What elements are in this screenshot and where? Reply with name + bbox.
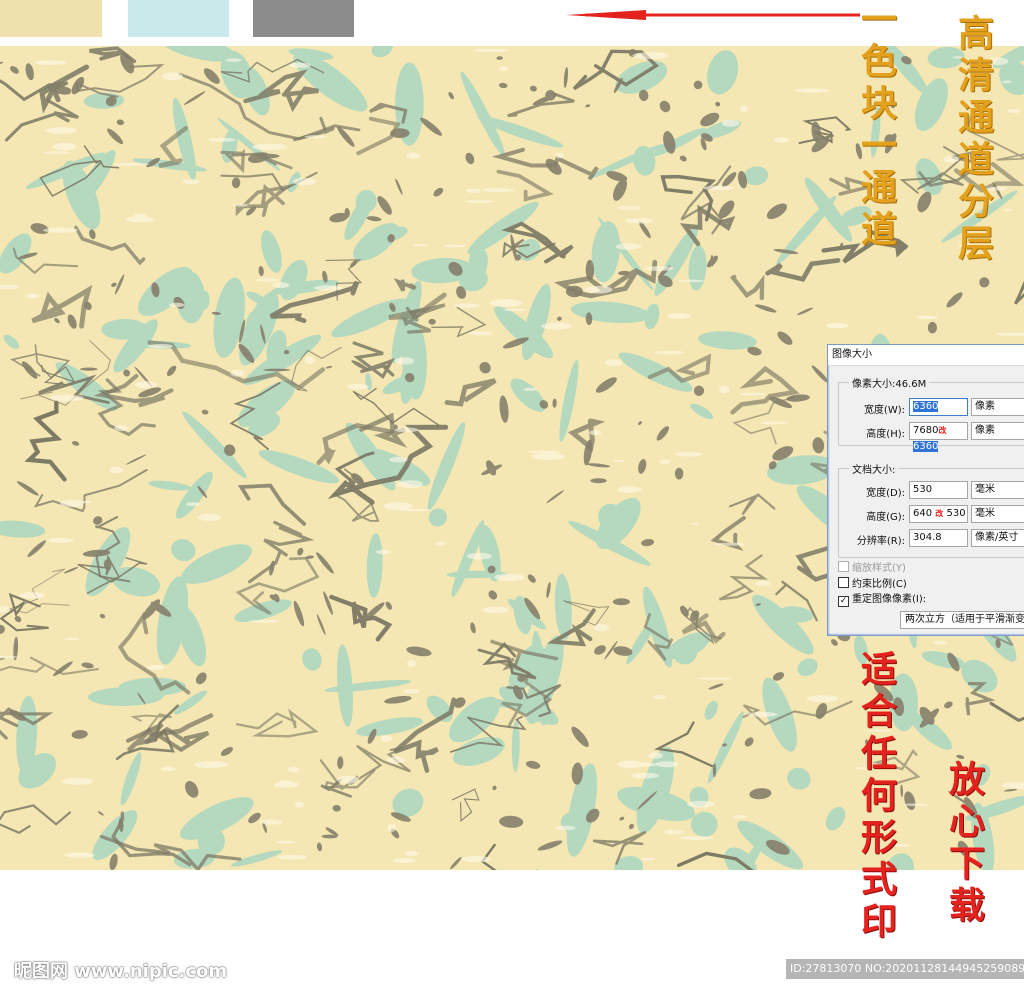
- doc-height-input[interactable]: 640 改 530: [909, 505, 968, 523]
- resolution-row: 分辨率(R): 304.8 像素/英寸⌄: [839, 528, 1024, 548]
- doc-height-unit-select[interactable]: 毫米⌄: [971, 505, 1024, 523]
- doc-width-row: 宽度(D): 530 毫米⌄: [839, 480, 1024, 500]
- doc-width-input[interactable]: 530: [909, 481, 968, 499]
- resample-method-select[interactable]: 两次立方（适用于平滑渐变: [900, 611, 1024, 629]
- doc-height-label: 高度(G):: [866, 512, 905, 523]
- pixel-width-unit-select[interactable]: 像素⌄: [971, 398, 1024, 416]
- pixel-height-unit-select[interactable]: 像素⌄: [971, 422, 1024, 440]
- document-size-label: 文档大小:: [849, 461, 899, 476]
- id-watermark: ID:27813070 NO:20201128144945259089: [786, 959, 1024, 979]
- swatch-cyan: [128, 0, 229, 37]
- red-arrow-icon: [566, 10, 860, 20]
- pixel-size-label: 像素大小:46.6M: [849, 375, 930, 390]
- pixel-height-input[interactable]: 7680改6360: [909, 422, 968, 452]
- swatch-yellow: [0, 0, 102, 37]
- document-size-group: 文档大小: 宽度(D): 530 毫米⌄ 高度(G): 640 改 530 毫米…: [838, 461, 1024, 558]
- image-size-dialog: 图像大小 像素大小:46.6M 宽度(W): 6360 像素⌄ 高度(H): 7…: [827, 344, 1024, 636]
- label-hd-channel-layers: 高清通道分层: [952, 14, 994, 266]
- site-watermark: 昵图网 www.nipic.com: [14, 961, 228, 982]
- label-suitable-for-print: 适合任何形式印: [855, 650, 897, 944]
- constrain-proportions-checkbox[interactable]: 约束比例(C): [838, 577, 907, 591]
- resolution-label: 分辨率(R):: [856, 536, 905, 547]
- label-one-block-one-channel: 一色块一通道: [855, 0, 897, 252]
- pixel-width-input[interactable]: 6360: [909, 398, 968, 416]
- resample-checkbox[interactable]: ✓ 重定图像像素(I):: [838, 593, 926, 607]
- resolution-input[interactable]: 304.8: [909, 529, 968, 547]
- doc-width-unit-select[interactable]: 毫米⌄: [971, 481, 1024, 499]
- label-safe-download: 放心下载: [943, 760, 985, 928]
- doc-width-label: 宽度(D):: [866, 488, 905, 499]
- resolution-unit-select[interactable]: 像素/英寸⌄: [971, 529, 1024, 547]
- pixel-width-label: 宽度(W):: [863, 405, 905, 416]
- dialog-title: 图像大小: [828, 345, 1024, 366]
- swatch-gray: [253, 0, 354, 37]
- doc-height-row: 高度(G): 640 改 530 毫米⌄: [839, 504, 1024, 524]
- pixel-height-row: 高度(H): 7680改6360 像素⌄: [839, 421, 1024, 452]
- scale-styles-checkbox[interactable]: 缩放样式(Y): [838, 561, 906, 575]
- pixel-width-row: 宽度(W): 6360 像素⌄: [839, 397, 1024, 417]
- pixel-height-label: 高度(H):: [866, 429, 905, 440]
- pixel-dimensions-group: 像素大小:46.6M 宽度(W): 6360 像素⌄ 高度(H): 7680改6…: [838, 375, 1024, 452]
